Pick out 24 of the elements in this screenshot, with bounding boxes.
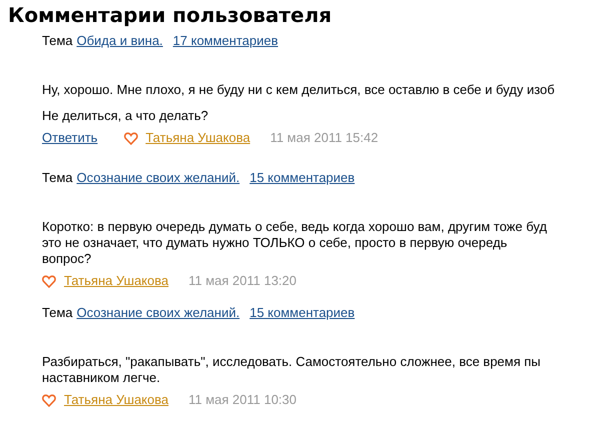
heart-icon[interactable] bbox=[124, 132, 138, 144]
heart-icon[interactable] bbox=[42, 394, 56, 406]
comment-text: вопрос? bbox=[42, 251, 92, 267]
page-title: Комментарии пользователя bbox=[7, 2, 333, 27]
comment-text: Коротко: в первую очередь думать о себе, ведь когда хорошо вам, другим тоже буд bbox=[42, 219, 547, 235]
comment-text: Разбираться, "ракапывать", исследовать. Самостоятельно сложнее, все время пы bbox=[42, 354, 541, 370]
comment-text: Не делиться, а что делать? bbox=[42, 108, 208, 124]
comments-count-link[interactable]: 17 комментариев bbox=[172, 33, 278, 49]
comment-date: 11 мая 2011 10:30 bbox=[188, 392, 297, 408]
reply-link[interactable]: Ответить bbox=[42, 130, 98, 146]
comment-date: 11 мая 2011 13:20 bbox=[188, 273, 297, 289]
topic-link[interactable]: Осознание своих желаний. bbox=[76, 305, 240, 321]
topic-label: Тема bbox=[42, 33, 73, 49]
comments-count-link[interactable]: 15 комментариев bbox=[250, 170, 355, 186]
topic-link[interactable]: Осознание своих желаний. bbox=[76, 170, 240, 186]
comment-text: Ну, хорошо. Мне плохо, я не буду ни с кем делиться, все оставлю в себе и буду изоб bbox=[42, 82, 555, 98]
comment-text: наставником легче. bbox=[42, 370, 160, 386]
comment-date: 11 мая 2011 15:42 bbox=[270, 130, 378, 146]
topic-label: Тема bbox=[42, 305, 73, 321]
topic-link[interactable]: Обида и вина. bbox=[76, 33, 163, 49]
comments-count-link[interactable]: 15 комментариев bbox=[250, 305, 355, 321]
heart-icon[interactable] bbox=[42, 274, 56, 288]
comment-text: это не означает, что думать нужно ТОЛЬКО о себе, просто в первую очередь bbox=[42, 235, 508, 251]
topic-label: Тема bbox=[42, 170, 73, 186]
